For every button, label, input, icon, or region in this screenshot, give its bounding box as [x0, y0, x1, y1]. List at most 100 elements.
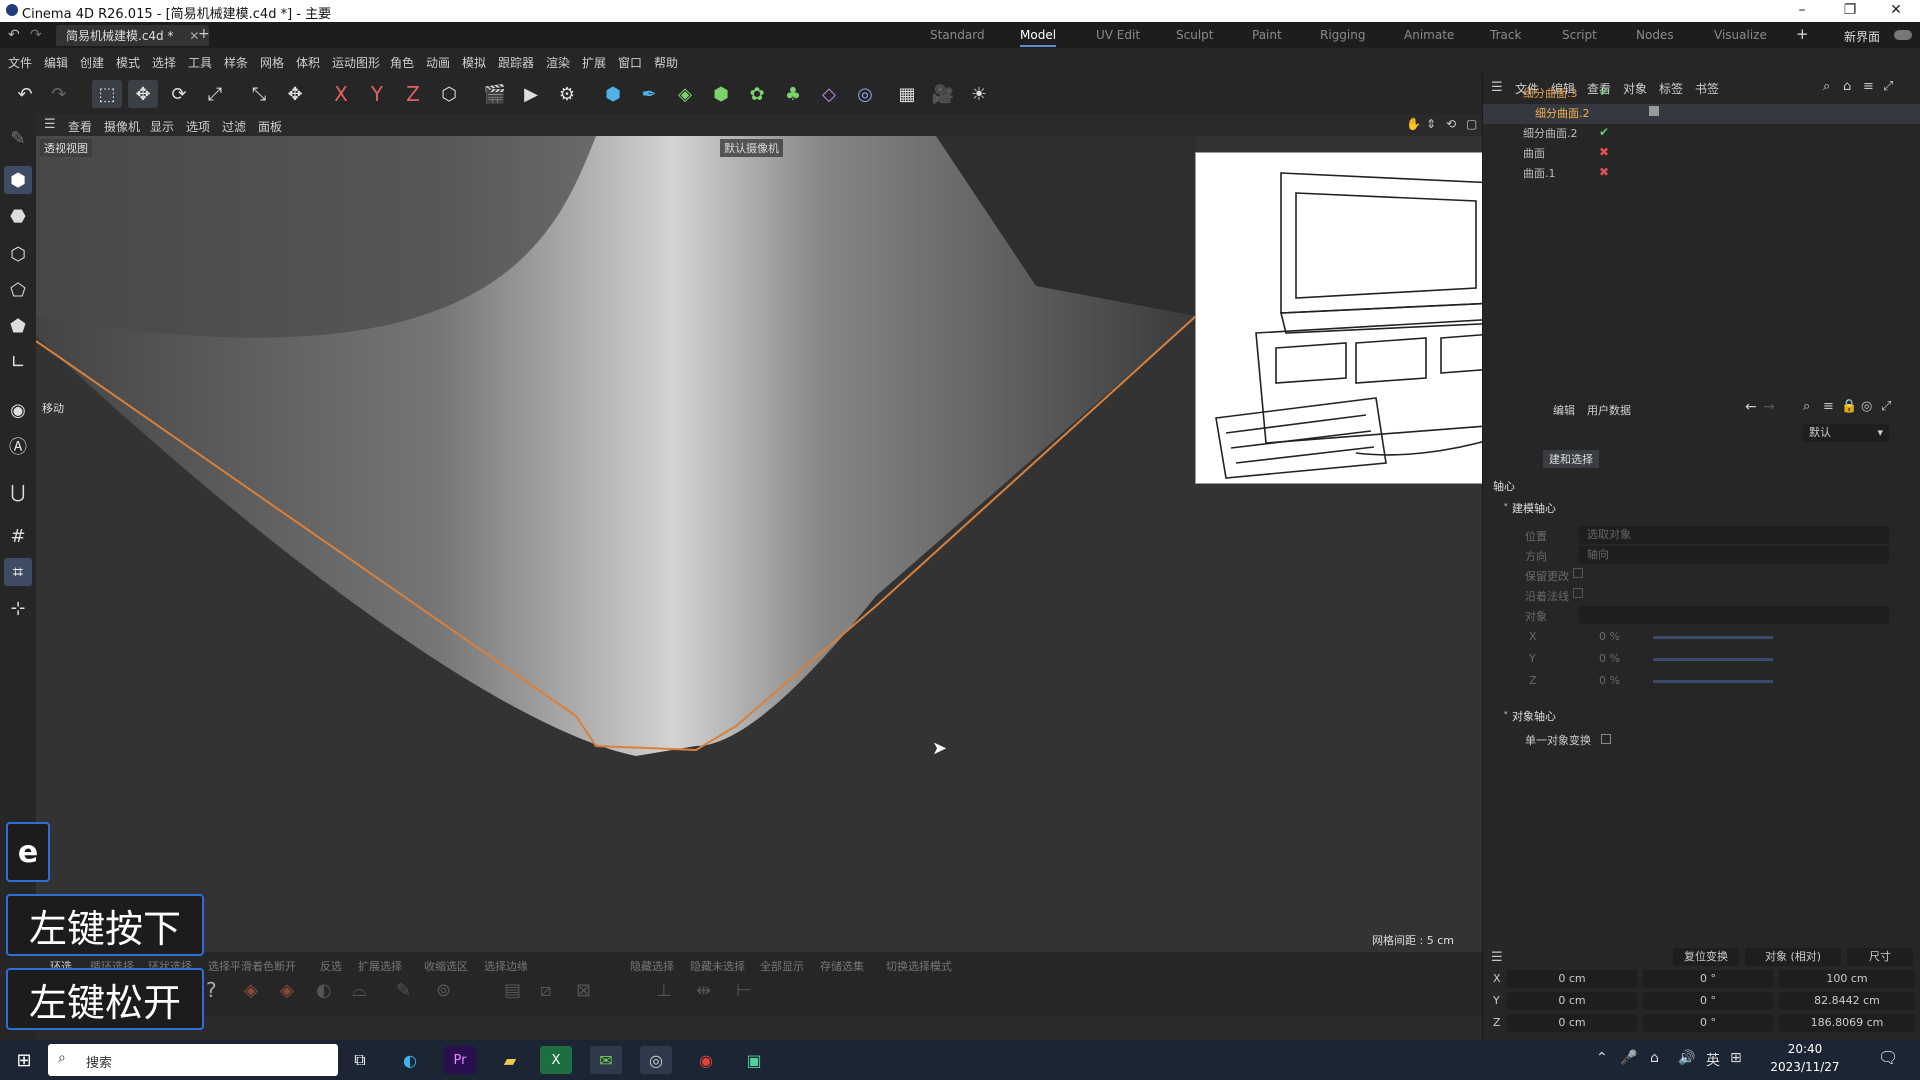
camera-icon[interactable]: 🎥: [928, 80, 958, 108]
x-slider[interactable]: [1653, 636, 1773, 639]
hamburger-icon[interactable]: ☰: [1491, 950, 1503, 965]
deformer-icon[interactable]: ◇: [814, 80, 844, 108]
object-row[interactable]: 曲面.1 ✖: [1483, 164, 1920, 184]
coordinate-system-icon[interactable]: ⬡: [434, 80, 464, 108]
section-button[interactable]: 建和选择: [1543, 450, 1599, 468]
transform-tool-icon[interactable]: ⤡: [244, 80, 274, 108]
menu-select[interactable]: 选择: [152, 54, 176, 71]
knife-icon[interactable]: ◐: [316, 980, 332, 1001]
zoom-icon[interactable]: ⇕: [1426, 117, 1436, 131]
pan-icon[interactable]: ✋: [1406, 117, 1421, 131]
iron-icon[interactable]: ▤: [504, 980, 521, 1001]
menu-animate[interactable]: 动画: [426, 54, 450, 71]
clock-date[interactable]: 2023/11/27: [1770, 1060, 1840, 1074]
texture-mode-icon[interactable]: ⬣: [4, 202, 32, 230]
y-slider[interactable]: [1653, 658, 1773, 661]
reset-transform-button[interactable]: 复位变换: [1673, 948, 1739, 966]
rot-z-field[interactable]: 0 °: [1643, 1014, 1773, 1032]
brush-tool-icon[interactable]: ✎: [396, 980, 411, 1001]
render-picture-icon[interactable]: ▶: [516, 80, 546, 108]
menu-create[interactable]: 创建: [80, 54, 104, 71]
orientation-dropdown[interactable]: 轴向: [1579, 546, 1889, 564]
bottom-tool-hide-unselected[interactable]: 隐藏未选择: [690, 958, 745, 974]
world-axis-icon[interactable]: ✥: [280, 80, 310, 108]
app-icon[interactable]: ▣: [738, 1046, 770, 1074]
clock-time[interactable]: 20:40: [1770, 1042, 1840, 1056]
excel-icon[interactable]: X: [540, 1046, 572, 1074]
vp-menu-camera[interactable]: 摄像机: [104, 118, 140, 135]
workplane-icon[interactable]: #: [4, 522, 32, 550]
position-dropdown[interactable]: 选取对象: [1579, 526, 1889, 544]
layout-rigging[interactable]: Rigging: [1320, 28, 1365, 42]
along-normals-checkbox[interactable]: [1573, 588, 1583, 598]
layout-track[interactable]: Track: [1490, 28, 1521, 42]
attr-tab-edit[interactable]: 编辑: [1553, 402, 1575, 418]
menu-mode[interactable]: 模式: [116, 54, 140, 71]
layout-standard[interactable]: Standard: [930, 28, 985, 42]
vp-menu-options[interactable]: 选项: [186, 118, 210, 135]
field-icon[interactable]: ◎: [850, 80, 880, 108]
notification-icon[interactable]: 🗨: [1878, 1048, 1898, 1067]
premiere-icon[interactable]: Pr: [444, 1046, 476, 1074]
snap-icon[interactable]: ⋃: [4, 478, 32, 506]
help-icon[interactable]: ?: [206, 978, 217, 1002]
layout-sculpt[interactable]: Sculpt: [1176, 28, 1213, 42]
layout-uv-edit[interactable]: UV Edit: [1096, 28, 1140, 42]
bottom-tool-toggle-mode[interactable]: 切换选择模式: [886, 958, 952, 974]
brush-icon[interactable]: ✎: [4, 124, 32, 152]
undo-icon[interactable]: ↶: [10, 80, 40, 108]
menu-edit[interactable]: 编辑: [44, 54, 68, 71]
preset-dropdown[interactable]: 默认 ▾: [1803, 424, 1889, 442]
volume-icon[interactable]: 🔊: [1678, 1050, 1695, 1066]
mic-icon[interactable]: 🎤: [1620, 1050, 1637, 1066]
size-y-field[interactable]: 82.8442 cm: [1779, 992, 1915, 1010]
undo-icon[interactable]: ↶: [8, 27, 20, 43]
layout-animate[interactable]: Animate: [1404, 28, 1454, 42]
vp-menu-panel[interactable]: 面板: [258, 118, 282, 135]
live-selection-icon[interactable]: ⬚: [92, 80, 122, 108]
y-value[interactable]: 0 %: [1599, 652, 1620, 665]
single-object-checkbox[interactable]: [1601, 734, 1611, 744]
object-row[interactable]: 细分曲面.2 ✔: [1483, 124, 1920, 144]
object-axis-group[interactable]: ˅ 对象轴心: [1503, 708, 1556, 724]
network-icon[interactable]: ⌂: [1650, 1050, 1659, 1066]
layout-paint[interactable]: Paint: [1252, 28, 1282, 42]
bottom-tool-shrink[interactable]: 收缩选区: [424, 958, 468, 974]
cloner-icon[interactable]: ✿: [742, 80, 772, 108]
target-icon[interactable]: ◎: [1861, 399, 1872, 414]
scale-tool-icon[interactable]: ⤢: [200, 80, 230, 108]
stitch-icon[interactable]: ⧄: [540, 980, 551, 1001]
menu-file[interactable]: 文件: [8, 54, 32, 71]
add-layout-icon[interactable]: +: [1796, 25, 1809, 43]
x-value[interactable]: 0 %: [1599, 630, 1620, 643]
menu-mesh[interactable]: 网格: [260, 54, 284, 71]
dissolve-icon[interactable]: ⊠: [576, 980, 591, 1001]
auto-keying-icon[interactable]: Ⓐ: [4, 432, 32, 460]
layout-model[interactable]: Model: [1020, 28, 1057, 47]
vp-menu-filter[interactable]: 过滤: [222, 118, 246, 135]
z-axis-lock-button[interactable]: Z: [398, 80, 428, 108]
object-link-field[interactable]: [1579, 606, 1889, 624]
redo-icon[interactable]: ↷: [44, 80, 74, 108]
bottom-tool-phong-break[interactable]: 选择平滑着色断开: [208, 958, 296, 974]
mograph-icon[interactable]: ♣: [778, 80, 808, 108]
vp-menu-display[interactable]: 显示: [150, 118, 174, 135]
menu-help[interactable]: 帮助: [654, 54, 678, 71]
layout-visualize[interactable]: Visualize: [1714, 28, 1767, 42]
z-slider[interactable]: [1653, 680, 1773, 683]
disabled-x-icon[interactable]: ✖: [1599, 165, 1609, 179]
pos-x-field[interactable]: 0 cm: [1507, 970, 1637, 988]
disabled-x-icon[interactable]: ✖: [1599, 145, 1609, 159]
cube-icon[interactable]: ⬢: [598, 80, 628, 108]
object-row[interactable]: 曲面 ✖: [1483, 144, 1920, 164]
toggle-icon[interactable]: [1894, 30, 1912, 40]
edges-mode-icon[interactable]: ⬠: [4, 276, 32, 304]
filter-icon[interactable]: ≡: [1823, 399, 1834, 414]
rot-y-field[interactable]: 0 °: [1643, 992, 1773, 1010]
axis-mode-icon[interactable]: ∟: [4, 348, 32, 376]
align-icon[interactable]: ⊢: [736, 980, 752, 1001]
x-axis-lock-button[interactable]: X: [326, 80, 356, 108]
search-icon[interactable]: ⌕: [1803, 399, 1810, 414]
edge-icon[interactable]: ◐: [394, 1046, 426, 1074]
polygons-mode-icon[interactable]: ⬟: [4, 312, 32, 340]
